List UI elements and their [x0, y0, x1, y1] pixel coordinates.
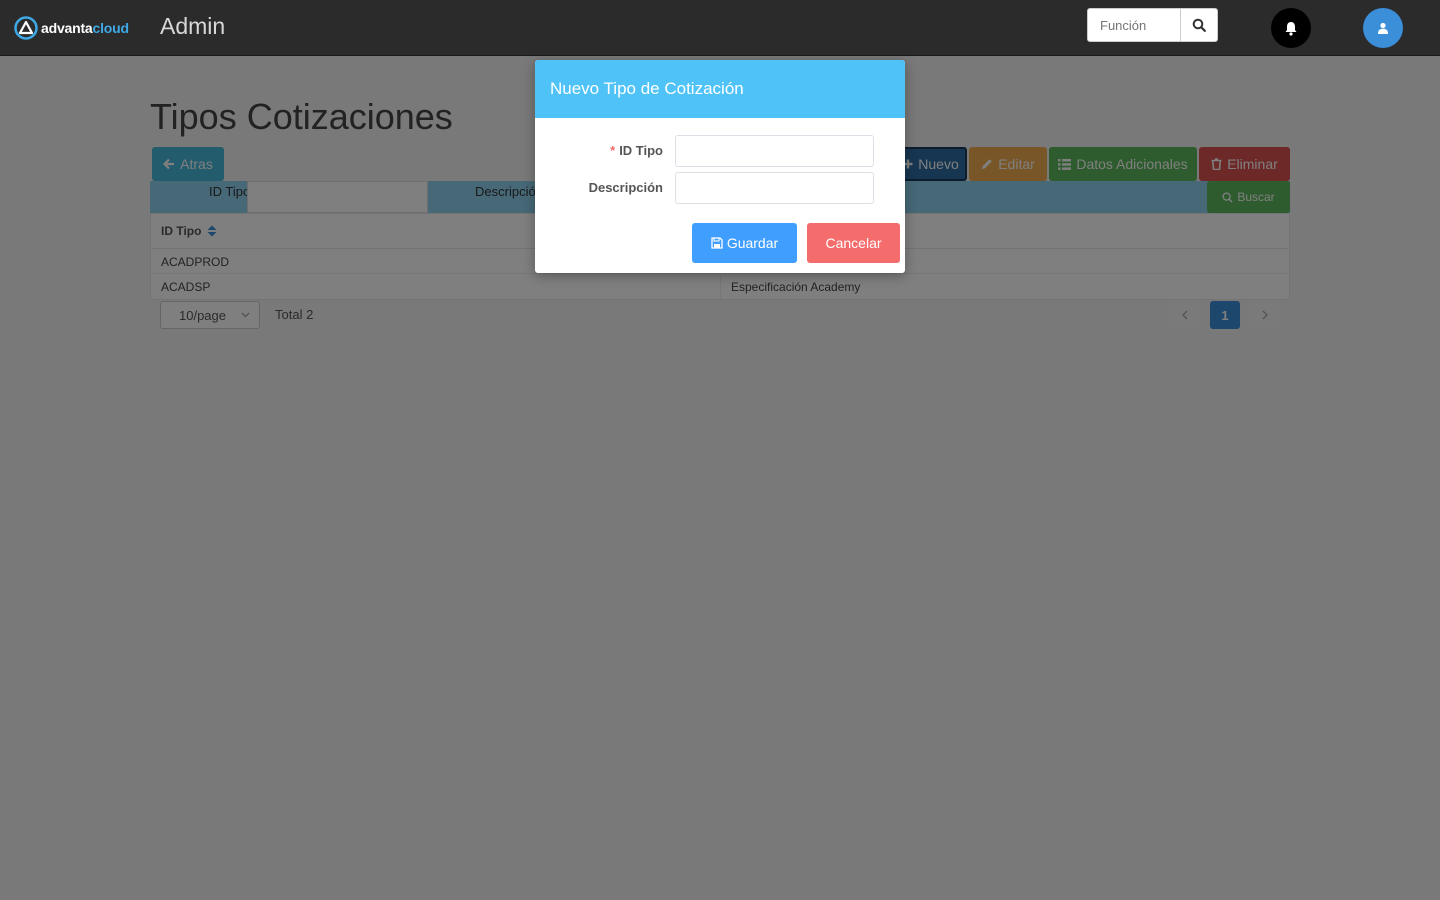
top-bar: advantacloud Admin — [0, 0, 1440, 56]
cancel-label: Cancelar — [825, 235, 882, 251]
app-title: Admin — [160, 13, 226, 39]
save-button[interactable]: Guardar — [692, 223, 797, 263]
dialog-header: Nuevo Tipo de Cotización — [535, 60, 905, 118]
bell-icon — [1285, 21, 1297, 36]
id-tipo-input[interactable] — [675, 135, 874, 167]
form-row-description: Descripción — [535, 172, 905, 204]
search-icon — [1192, 18, 1206, 32]
dialog-title: Nuevo Tipo de Cotización — [550, 79, 744, 98]
description-label: Descripción — [588, 180, 663, 195]
function-search — [1087, 8, 1218, 42]
user-icon — [1378, 22, 1388, 34]
floppy-disk-icon — [711, 237, 723, 249]
required-marker: * — [610, 143, 616, 158]
cancel-button[interactable]: Cancelar — [807, 223, 900, 263]
user-menu-button[interactable] — [1363, 8, 1403, 48]
id-tipo-label: * ID Tipo — [610, 143, 663, 158]
form-row-id: * ID Tipo — [535, 135, 905, 167]
logo-icon — [14, 16, 38, 40]
advantacloud-logo[interactable]: advantacloud — [14, 15, 129, 41]
search-button[interactable] — [1180, 9, 1217, 41]
description-input[interactable] — [675, 172, 874, 204]
logo-text: advantacloud — [41, 20, 129, 36]
function-search-input[interactable] — [1088, 9, 1180, 41]
save-label: Guardar — [726, 235, 779, 251]
new-quote-type-dialog: Nuevo Tipo de Cotización * ID Tipo Descri… — [535, 60, 905, 273]
notifications-button[interactable] — [1271, 8, 1311, 48]
